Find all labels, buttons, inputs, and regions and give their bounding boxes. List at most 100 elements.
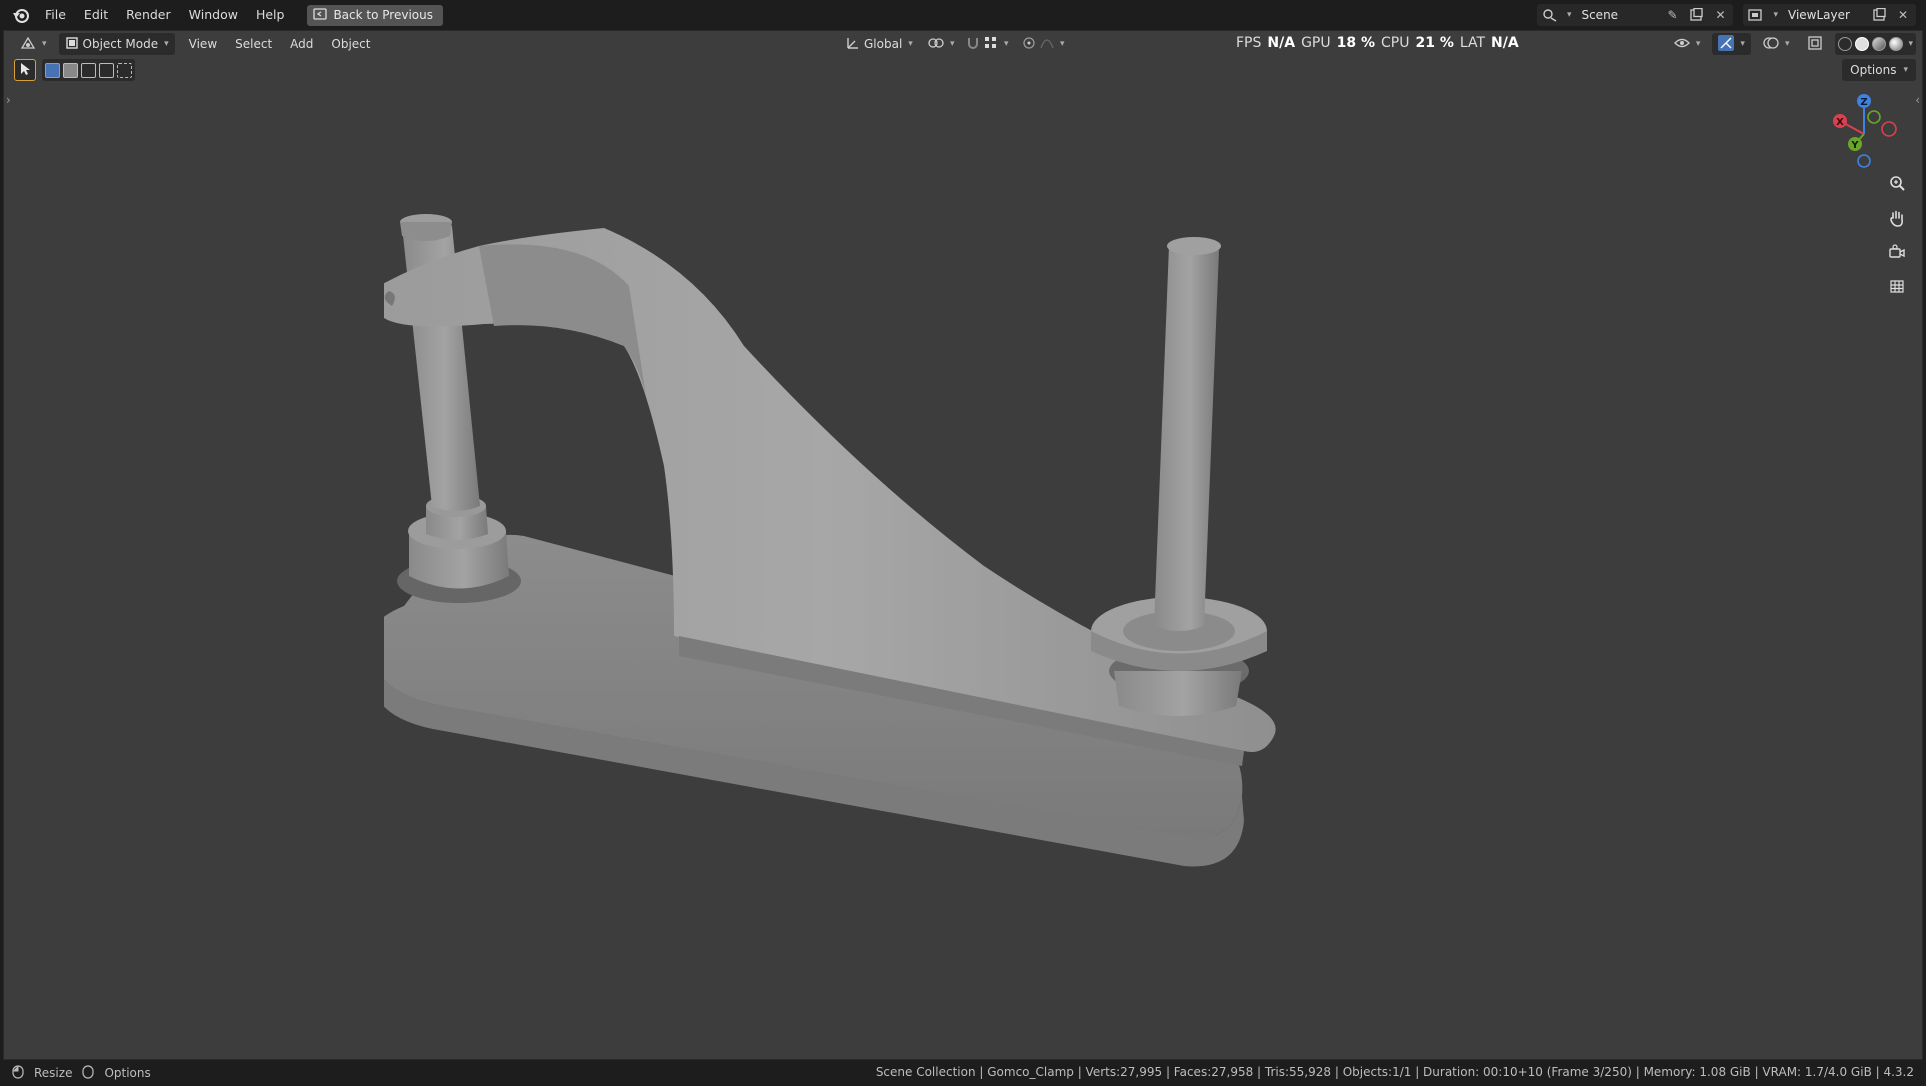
xray-toggle[interactable] (1801, 33, 1829, 55)
chevron-down-icon: ▾ (1695, 39, 1701, 49)
transform-orientation-dropdown[interactable]: Global ▾ (840, 33, 919, 55)
snap-increment-icon[interactable] (984, 36, 998, 53)
menu-view[interactable]: View (183, 33, 223, 55)
rendered-shading-icon[interactable] (1889, 37, 1904, 51)
object-mode-icon (65, 36, 79, 53)
invert-selection-icon[interactable] (99, 62, 114, 78)
object-mode-dropdown[interactable]: Object Mode ▾ (58, 33, 175, 55)
close-icon[interactable]: ✕ (1711, 6, 1729, 24)
editor-type-button[interactable]: ▾ (14, 33, 53, 55)
gizmo-toggle[interactable]: ▾ (1712, 33, 1751, 55)
gizmo-neg-z-icon (1857, 154, 1871, 168)
orientation-label: Global (864, 37, 903, 51)
chevron-down-icon: ▾ (950, 39, 955, 49)
overlays-toggle[interactable]: ▾ (1757, 33, 1796, 55)
gizmo-y-label: Y (1850, 140, 1859, 151)
fps-value: N/A (1267, 35, 1296, 51)
scene-statistics: Scene Collection | Gomco_Clamp | Verts:2… (875, 1065, 1914, 1079)
orthographic-grid-icon[interactable] (1884, 273, 1910, 299)
new-scene-icon[interactable] (1687, 6, 1705, 24)
select-tool-button[interactable] (14, 59, 36, 81)
object-mode-label: Object Mode (82, 37, 159, 51)
gpu-label: GPU (1301, 35, 1331, 51)
eye-icon (1673, 36, 1690, 53)
chevron-down-icon: ▾ (1004, 39, 1009, 49)
status-resize-label: Resize (34, 1066, 73, 1080)
magnet-icon (966, 36, 980, 53)
3d-viewport[interactable]: ▾ Object Mode ▾ View Select Add Object G… (3, 30, 1923, 1060)
gomco-clamp-model[interactable] (368, 206, 1584, 1046)
back-to-previous-button[interactable]: Back to Previous (307, 4, 443, 26)
cpu-label: CPU (1381, 35, 1410, 51)
menu-window[interactable]: Window (180, 4, 247, 26)
options-label: Options (1850, 63, 1897, 77)
viewport-navigation-tools (1884, 171, 1910, 299)
chevron-down-icon: ▾ (908, 39, 913, 49)
chevron-down-icon: ▾ (42, 39, 47, 49)
sidebar-expand-arrow-icon[interactable]: ‹ (1915, 93, 1920, 107)
menu-add[interactable]: Add (284, 33, 319, 55)
navigation-gizmo[interactable]: Z X Y (1824, 89, 1904, 179)
intersect-selection-icon[interactable] (117, 62, 132, 78)
snap-toggle[interactable]: ▾ (960, 33, 1015, 55)
back-icon (313, 7, 328, 23)
selection-mode-group (42, 59, 135, 81)
orientation-icon (846, 36, 860, 53)
chevron-down-icon: ▾ (1773, 10, 1778, 20)
pan-hand-icon[interactable] (1884, 205, 1910, 231)
solid-shading-icon[interactable] (1855, 37, 1870, 51)
new-viewlayer-icon[interactable] (1870, 6, 1888, 24)
proportional-icon (1022, 36, 1036, 53)
viewlayer-selector[interactable]: ▾ ViewLayer ✕ (1743, 4, 1916, 26)
cpu-value: 21 % (1415, 35, 1454, 51)
shading-modes: ▾ (1835, 33, 1916, 55)
chevron-down-icon[interactable]: ▾ (1908, 39, 1913, 49)
scene-name-field[interactable]: Scene (1577, 8, 1657, 22)
camera-view-icon[interactable] (1884, 239, 1910, 265)
lat-label: LAT (1459, 35, 1486, 51)
menu-help[interactable]: Help (247, 4, 294, 26)
cursor-arrow-icon (19, 62, 31, 79)
gizmo-neg-x-icon (1881, 121, 1897, 137)
menu-render[interactable]: Render (117, 4, 180, 26)
menu-object[interactable]: Object (325, 33, 376, 55)
blender-logo-icon[interactable] (10, 4, 32, 26)
overlays-icon (1763, 35, 1779, 54)
pivot-icon (928, 36, 944, 53)
close-icon[interactable]: ✕ (1894, 6, 1912, 24)
menu-file[interactable]: File (36, 4, 75, 26)
menu-select[interactable]: Select (229, 33, 278, 55)
scene-selector[interactable]: ▾ Scene ✎ ✕ (1536, 4, 1734, 26)
chevron-down-icon: ▾ (1566, 10, 1572, 20)
fps-label: FPS (1236, 35, 1262, 51)
mouse-right-icon (82, 1064, 95, 1082)
subtract-selection-icon[interactable] (81, 62, 96, 78)
editor-type-icon (20, 36, 36, 53)
pivot-point-dropdown[interactable]: ▾ (922, 33, 961, 55)
options-dropdown[interactable]: Options ▾ (1842, 59, 1916, 81)
pin-icon[interactable]: ✎ (1663, 6, 1681, 24)
falloff-icon[interactable] (1040, 36, 1054, 53)
menu-edit[interactable]: Edit (75, 4, 117, 26)
gizmo-x-label: X (1836, 117, 1844, 128)
zoom-icon[interactable] (1884, 171, 1910, 197)
extend-selection-icon[interactable] (63, 62, 78, 78)
status-bar: Resize Options Scene Collection | Gomco_… (0, 1060, 1926, 1086)
gpu-value: 18 % (1336, 35, 1375, 51)
xray-icon (1807, 35, 1823, 54)
viewlayer-icon (1747, 6, 1765, 24)
viewlayer-name-field[interactable]: ViewLayer (1784, 8, 1864, 22)
viewport-header: ▾ Object Mode ▾ View Select Add Object G… (4, 31, 1922, 57)
wireframe-shading-icon[interactable] (1838, 37, 1853, 51)
chevron-down-icon: ▾ (1784, 39, 1790, 49)
toolbar-expand-arrow-icon[interactable]: › (6, 93, 11, 107)
gizmo-z-label: Z (1860, 97, 1867, 108)
proportional-editing-toggle[interactable]: ▾ (1016, 33, 1071, 55)
material-preview-shading-icon[interactable] (1872, 37, 1887, 51)
set-selection-icon[interactable] (45, 62, 60, 78)
lat-value: N/A (1491, 35, 1519, 51)
chevron-down-icon: ▾ (1740, 39, 1745, 49)
gizmo-icon (1718, 34, 1735, 54)
visibility-dropdown[interactable]: ▾ (1668, 33, 1707, 55)
back-to-previous-label: Back to Previous (333, 8, 433, 22)
